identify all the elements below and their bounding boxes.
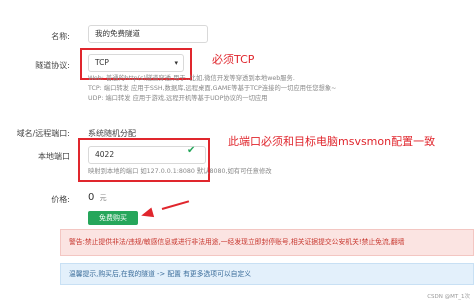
- tip-alert: 温馨提示,购买后,在我的隧道 -> 配置 有更多选项可以自定义: [60, 263, 474, 285]
- protocol-note-tcp: TCP: 端口转发 应用于SSH,数据库,远程桌面,GAME等基于TCP连接的一…: [88, 85, 337, 92]
- price-unit: 元: [99, 194, 107, 202]
- arrow-head-icon: [139, 207, 155, 221]
- port-annotation: 此端口必须和目标电脑msvsmon配置一致: [228, 135, 436, 148]
- price-value: 0 元: [88, 192, 107, 203]
- watermark: CSDN @MT_1次: [427, 294, 470, 300]
- price-amount: 0: [88, 192, 95, 203]
- price-label: 价格:: [51, 195, 70, 204]
- warning-text: 警告:禁止提供非法/违规/敏感信息或进行非法用途,一经发现立即封停账号,相关证据…: [69, 238, 405, 246]
- protocol-annotation: 必须TCP: [212, 53, 255, 66]
- protocol-label: 隧道协议:: [35, 61, 70, 70]
- name-input[interactable]: 我的免费隧道: [88, 25, 208, 43]
- tip-text: 温馨提示,购买后,在我的隧道 -> 配置 有更多选项可以自定义: [69, 270, 252, 278]
- warning-alert: 警告:禁止提供非法/违规/敏感信息或进行非法用途,一经发现立即封停账号,相关证据…: [60, 229, 474, 256]
- local-port-hint: 映射到本地的端口 如127.0.0.1:8080 默认8080,如有可任意修改: [88, 168, 272, 175]
- local-port-highlight-box: [78, 138, 210, 182]
- buy-button[interactable]: 免费购买: [88, 211, 138, 225]
- local-port-label: 本地端口: [38, 152, 70, 161]
- name-label: 名称:: [51, 32, 70, 41]
- protocol-note-web: Web: 普通的http(s)隧道穿透,用于..比如,微信开发等穿透到本地web…: [88, 75, 295, 82]
- domain-label: 域名/远程端口:: [16, 129, 70, 138]
- pointer-arrow: [161, 200, 190, 210]
- protocol-note-udp: UDP: 端口转发 应用于游戏,远程开机等基于UDP协议的一切应用: [88, 95, 268, 102]
